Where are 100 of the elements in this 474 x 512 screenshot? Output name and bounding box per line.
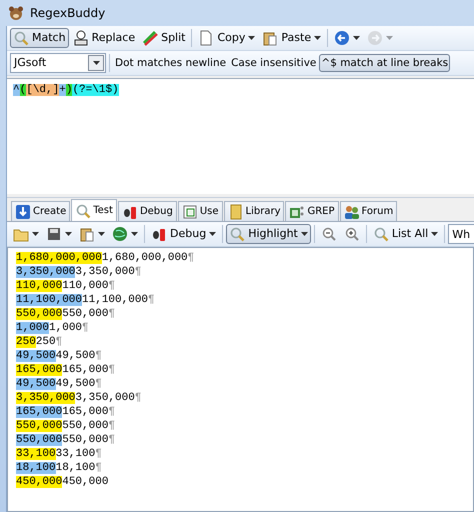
toolbar-button[interactable]: List All [370,224,442,244]
dropdown-arrow-icon [386,36,394,40]
line-end-mark: ¶ [95,462,102,474]
text-line: 18,100 [56,462,96,474]
search-field[interactable]: Wh [448,224,474,244]
zoom-out-icon [320,226,337,242]
match-highlight: 49,500 [16,378,56,390]
text-line: 3,350,000 [75,266,135,278]
text-line: 165,000 [62,406,108,418]
match-highlight: 165,000 [16,406,62,418]
toolbar-button[interactable]: Split [139,28,188,48]
toolbar-button[interactable]: Paste [259,28,324,48]
dropdown-arrow-icon [65,232,72,236]
match-highlight: 3,350,000 [16,392,76,404]
text-line: 1,000 [49,322,82,334]
terminal-icon [289,204,306,220]
app-logo-icon [8,5,24,21]
text-line: 49,500 [56,350,96,362]
line-end-mark: ¶ [148,294,155,306]
line-end-mark: ¶ [56,336,62,348]
text-line: 165,000 [62,364,108,376]
magnifier-icon [75,202,92,218]
match-highlight: 550,000 [16,308,62,320]
dropdown-arrow-icon [98,232,105,236]
dropdown-arrow-icon [248,36,256,40]
dropdown-arrow-icon [209,232,216,236]
line-end-mark: ¶ [108,364,116,376]
line-end-mark: ¶ [134,266,142,278]
tab[interactable]: GREP [285,201,339,221]
test-text-area[interactable] [7,247,474,512]
match-highlight: 550,000 [16,434,62,446]
magnifier-icon [229,226,246,242]
toolbar-button[interactable]: Copy [195,28,258,48]
regex-editor[interactable]: ^([\d,]+)(?=\1$) [7,78,474,194]
text-line: 1,680,000,000 [102,252,188,264]
match-highlight: 11,100,000 [16,294,82,306]
tab[interactable]: Debug [118,201,177,221]
page-icon [182,204,198,220]
window-title: RegexBuddy [30,5,106,22]
dropdown-arrow-icon [300,232,308,236]
toolbar-button[interactable]: Highlight [226,224,311,244]
line-end-mark: ¶ [95,378,102,390]
tab[interactable]: Create [11,201,70,221]
text-line: 49,500 [56,378,96,390]
tab[interactable]: Library [224,201,284,221]
zoom-in-icon [344,226,360,242]
text-line: 550,000 [62,420,108,432]
match-highlight: 33,100 [16,448,56,460]
toolbar-button[interactable]: Replace [70,28,138,48]
text-line: 110,000 [62,280,108,292]
match-highlight: 1,680,000,000 [16,252,102,264]
split-icon [142,30,158,46]
text-line: 33,100 [56,448,96,460]
dropdown-arrow-icon [32,232,39,236]
line-end-mark: ¶ [108,420,116,432]
match-highlight: 165,000 [16,364,62,376]
text-line: 550,000 [62,308,108,320]
toolbar-button[interactable]: Match [10,28,69,48]
clipboard-icon [262,30,278,46]
magnifier-icon [13,30,29,46]
option-toggle[interactable]: ^$ match at line breaks [319,54,450,72]
match-highlight: 250 [16,336,36,348]
line-end-mark: ¶ [108,280,116,292]
dropdown-arrow-icon [353,36,360,40]
line-end-mark: ¶ [108,406,116,418]
tab[interactable]: Test [71,199,117,221]
match-highlight: 550,000 [16,420,62,432]
tab[interactable]: Forum [340,201,398,221]
option-toggle[interactable]: Case insensitive [229,54,318,72]
text-line: 250 [36,336,56,348]
match-highlight: 18,100 [16,462,56,474]
line-end-mark: ¶ [188,252,194,264]
line-end-mark: ¶ [108,434,116,446]
match-highlight: 450,000 [16,476,62,488]
people-icon [344,204,360,220]
text-line: 450,000 [62,476,108,488]
magnifier-icon [372,226,389,242]
text-line: 3,350,000 [75,392,135,404]
page-icon [198,30,214,46]
option-toggle[interactable]: Dot matches newline [113,54,228,72]
download-icon [15,204,31,220]
globe-icon [112,226,128,242]
match-highlight: 1,000 [16,322,50,334]
flavor-dropdown[interactable]: JGsoft [10,53,106,73]
line-end-mark: ¶ [82,322,89,334]
dropdown-arrow-icon [92,61,100,65]
match-highlight: 110,000 [16,280,62,292]
clipboard-icon [79,226,95,242]
tab[interactable]: Use [178,201,223,221]
dropdown-arrow-icon [431,232,438,236]
match-highlight: 49,500 [16,350,56,362]
book-icon [228,204,244,220]
toolbar-button[interactable]: Debug [148,224,220,244]
line-end-mark: ¶ [134,392,142,404]
line-end-mark: ¶ [108,308,116,320]
dropdown-arrow-icon [314,36,322,40]
text-line: 550,000 [62,434,108,446]
text-line: 11,100,000 [82,294,148,306]
dropdown-arrow-icon [131,232,138,236]
line-end-mark: ¶ [95,448,102,460]
